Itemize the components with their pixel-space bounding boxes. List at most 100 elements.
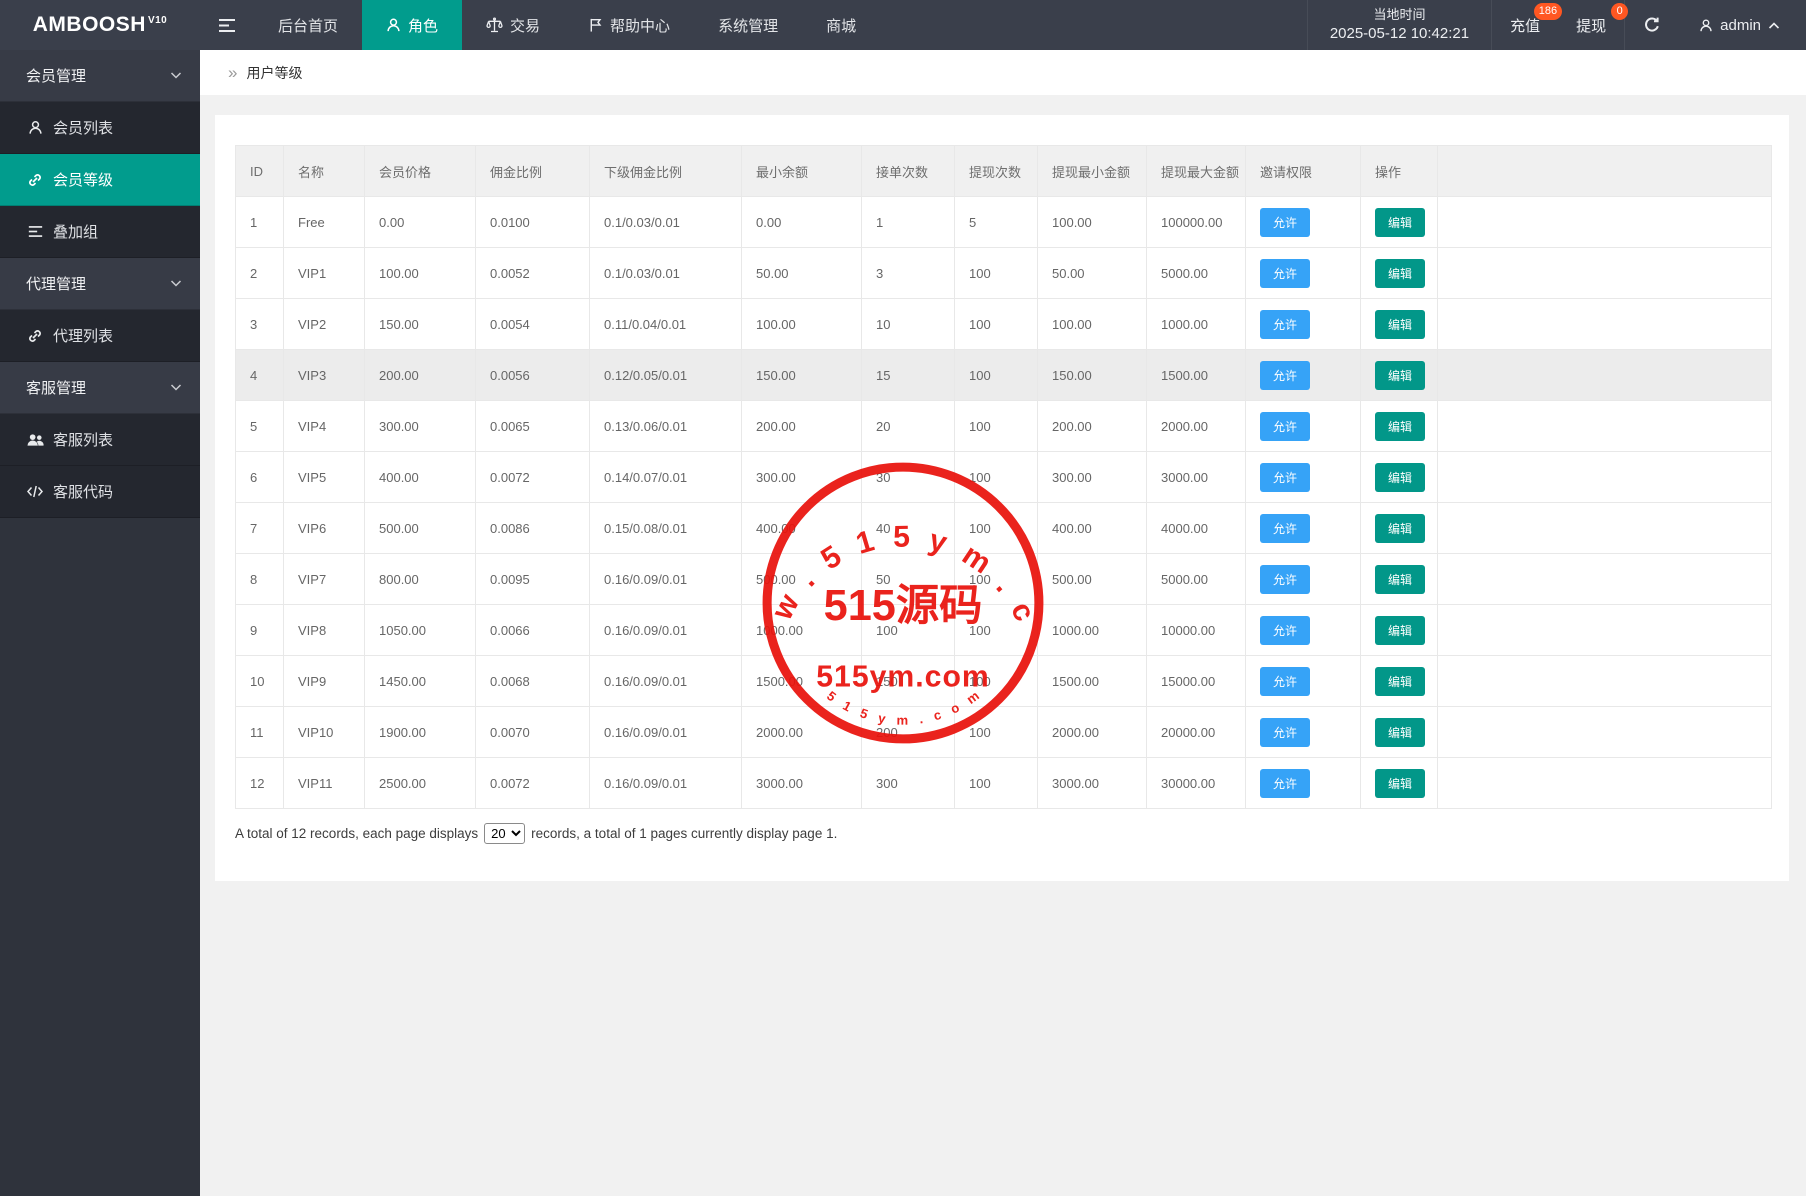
table-row: 8 VIP7 800.00 0.0095 0.16/0.09/0.01 500.… — [235, 553, 1772, 605]
allow-button[interactable]: 允许 — [1260, 309, 1311, 339]
user-level-table: ID 名称 会员价格 佣金比例 下级佣金比例 最小余额 接单次数 提现次数 提现… — [235, 145, 1772, 809]
local-time-label: 当地时间 — [1373, 7, 1426, 22]
allow-button[interactable]: 允许 — [1260, 564, 1311, 594]
app-logo-text: AMBOOSH V10 — [32, 13, 168, 36]
col-sub-ratio: 下级佣金比例 — [589, 145, 742, 197]
table-row: 11 VIP10 1900.00 0.0070 0.16/0.09/0.01 2… — [235, 706, 1772, 758]
sidebar-item-agent-list[interactable]: 代理列表 — [0, 310, 200, 362]
refresh-icon — [1643, 16, 1661, 34]
nav-item-system[interactable]: 系统管理 — [694, 0, 802, 50]
refresh-button[interactable] — [1624, 0, 1679, 50]
local-time: 当地时间 2025-05-12 10:42:21 — [1306, 0, 1493, 50]
col-id: ID — [235, 145, 284, 197]
edit-button[interactable]: 编辑 — [1375, 207, 1426, 237]
main-area: » 用户等级 ID 名称 会员价格 佣金比例 下级佣金比例 最小余额 接单次数 … — [200, 50, 1806, 1196]
menu-toggle-button[interactable] — [200, 0, 254, 50]
table-row: 9 VIP8 1050.00 0.0066 0.16/0.09/0.01 100… — [235, 604, 1772, 656]
allow-button[interactable]: 允许 — [1260, 717, 1311, 747]
pagination-suffix: records, a total of 1 pages currently di… — [531, 826, 838, 841]
nav-item-roles[interactable]: 角色 — [362, 0, 463, 50]
table-header-row: ID 名称 会员价格 佣金比例 下级佣金比例 最小余额 接单次数 提现次数 提现… — [235, 145, 1772, 197]
edit-button[interactable]: 编辑 — [1375, 666, 1426, 696]
link-icon — [26, 328, 44, 344]
nav-item-trade[interactable]: 交易 — [462, 0, 564, 50]
table-row: 4 VIP3 200.00 0.0056 0.12/0.05/0.01 150.… — [235, 349, 1772, 401]
user-icon — [26, 120, 44, 135]
edit-button[interactable]: 编辑 — [1375, 513, 1426, 543]
allow-button[interactable]: 允许 — [1260, 666, 1311, 696]
pagination-bar: A total of 12 records, each page display… — [235, 823, 1772, 844]
sidebar-item-member-list[interactable]: 会员列表 — [0, 102, 200, 154]
sidebar-item-member-level[interactable]: 会员等级 — [0, 154, 200, 206]
edit-button[interactable]: 编辑 — [1375, 258, 1426, 288]
breadcrumb-caret-icon: » — [228, 62, 238, 82]
content-area: ID 名称 会员价格 佣金比例 下级佣金比例 最小余额 接单次数 提现次数 提现… — [200, 95, 1806, 1196]
admin-menu[interactable]: admin — [1679, 0, 1806, 50]
allow-button[interactable]: 允许 — [1260, 768, 1311, 798]
col-action: 操作 — [1360, 145, 1438, 197]
chevron-down-icon — [170, 71, 182, 80]
sidebar-group-member-management[interactable]: 会员管理 — [0, 50, 200, 102]
table-row: 12 VIP11 2500.00 0.0072 0.16/0.09/0.01 3… — [235, 757, 1772, 809]
chevron-down-icon — [170, 279, 182, 288]
recharge-button[interactable]: 充值 186 — [1492, 0, 1563, 50]
edit-button[interactable]: 编辑 — [1375, 309, 1426, 339]
app-logo-version: V10 — [147, 15, 168, 26]
table-row: 6 VIP5 400.00 0.0072 0.14/0.07/0.01 300.… — [235, 451, 1772, 503]
link-icon — [26, 172, 44, 188]
sidebar-group-support-management[interactable]: 客服管理 — [0, 362, 200, 414]
flag-icon — [588, 17, 603, 33]
nav-item-dashboard[interactable]: 后台首页 — [254, 0, 362, 50]
admin-name: admin — [1720, 16, 1761, 34]
edit-button[interactable]: 编辑 — [1375, 411, 1426, 441]
sidebar-item-support-list[interactable]: 客服列表 — [0, 414, 200, 466]
allow-button[interactable]: 允许 — [1260, 207, 1311, 237]
chevron-up-icon — [1768, 21, 1780, 30]
col-withdraw-max: 提现最大金额 — [1146, 145, 1246, 197]
allow-button[interactable]: 允许 — [1260, 615, 1311, 645]
page-title: 用户等级 — [246, 64, 303, 81]
edit-button[interactable]: 编辑 — [1375, 768, 1426, 798]
hamburger-icon — [218, 18, 236, 33]
allow-button[interactable]: 允许 — [1260, 360, 1311, 390]
col-withdraw-times: 提现次数 — [954, 145, 1038, 197]
col-min-balance: 最小余额 — [741, 145, 862, 197]
allow-button[interactable]: 允许 — [1260, 462, 1311, 492]
col-price: 会员价格 — [364, 145, 476, 197]
top-navbar: AMBOOSH V10 后台首页 角色 交易 帮助中心 系统管理 商城 当地时间 … — [0, 0, 1806, 50]
col-filler — [1437, 145, 1772, 197]
sidebar-item-support-code[interactable]: 客服代码 — [0, 466, 200, 518]
scales-icon — [486, 16, 503, 34]
app-logo: AMBOOSH V10 — [0, 0, 200, 50]
sidebar-group-agent-management[interactable]: 代理管理 — [0, 258, 200, 310]
admin-user-icon — [1699, 18, 1713, 33]
sidebar-item-stack-group[interactable]: 叠加组 — [0, 206, 200, 258]
table-row: 5 VIP4 300.00 0.0065 0.13/0.06/0.01 200.… — [235, 400, 1772, 452]
col-invite: 邀请权限 — [1245, 145, 1361, 197]
chevron-down-icon — [170, 383, 182, 392]
allow-button[interactable]: 允许 — [1260, 258, 1311, 288]
navbar-spacer — [880, 0, 1307, 50]
table-row: 7 VIP6 500.00 0.0086 0.15/0.08/0.01 400.… — [235, 502, 1772, 554]
edit-button[interactable]: 编辑 — [1375, 360, 1426, 390]
withdraw-button[interactable]: 提现 0 — [1558, 0, 1629, 50]
allow-button[interactable]: 允许 — [1260, 411, 1311, 441]
table-panel: ID 名称 会员价格 佣金比例 下级佣金比例 最小余额 接单次数 提现次数 提现… — [215, 115, 1789, 881]
nav-item-mall[interactable]: 商城 — [802, 0, 880, 50]
table-row: 3 VIP2 150.00 0.0054 0.11/0.04/0.01 100.… — [235, 298, 1772, 350]
local-time-value: 2025-05-12 10:42:21 — [1329, 25, 1470, 42]
col-withdraw-min: 提现最小金额 — [1037, 145, 1147, 197]
list-icon — [26, 225, 44, 238]
edit-button[interactable]: 编辑 — [1375, 717, 1426, 747]
breadcrumb: » 用户等级 — [200, 50, 1806, 95]
allow-button[interactable]: 允许 — [1260, 513, 1311, 543]
edit-button[interactable]: 编辑 — [1375, 462, 1426, 492]
pagination-prefix: A total of 12 records, each page display… — [235, 826, 479, 841]
edit-button[interactable]: 编辑 — [1375, 615, 1426, 645]
users-icon — [26, 433, 44, 447]
withdraw-badge: 0 — [1611, 3, 1629, 20]
nav-item-help-center[interactable]: 帮助中心 — [564, 0, 694, 50]
edit-button[interactable]: 编辑 — [1375, 564, 1426, 594]
sidebar: 会员管理 会员列表 会员等级 叠加组 代理管理 代理列表 客服管理 客服列表 客… — [0, 50, 200, 1196]
page-size-select[interactable]: 20 — [484, 823, 526, 844]
